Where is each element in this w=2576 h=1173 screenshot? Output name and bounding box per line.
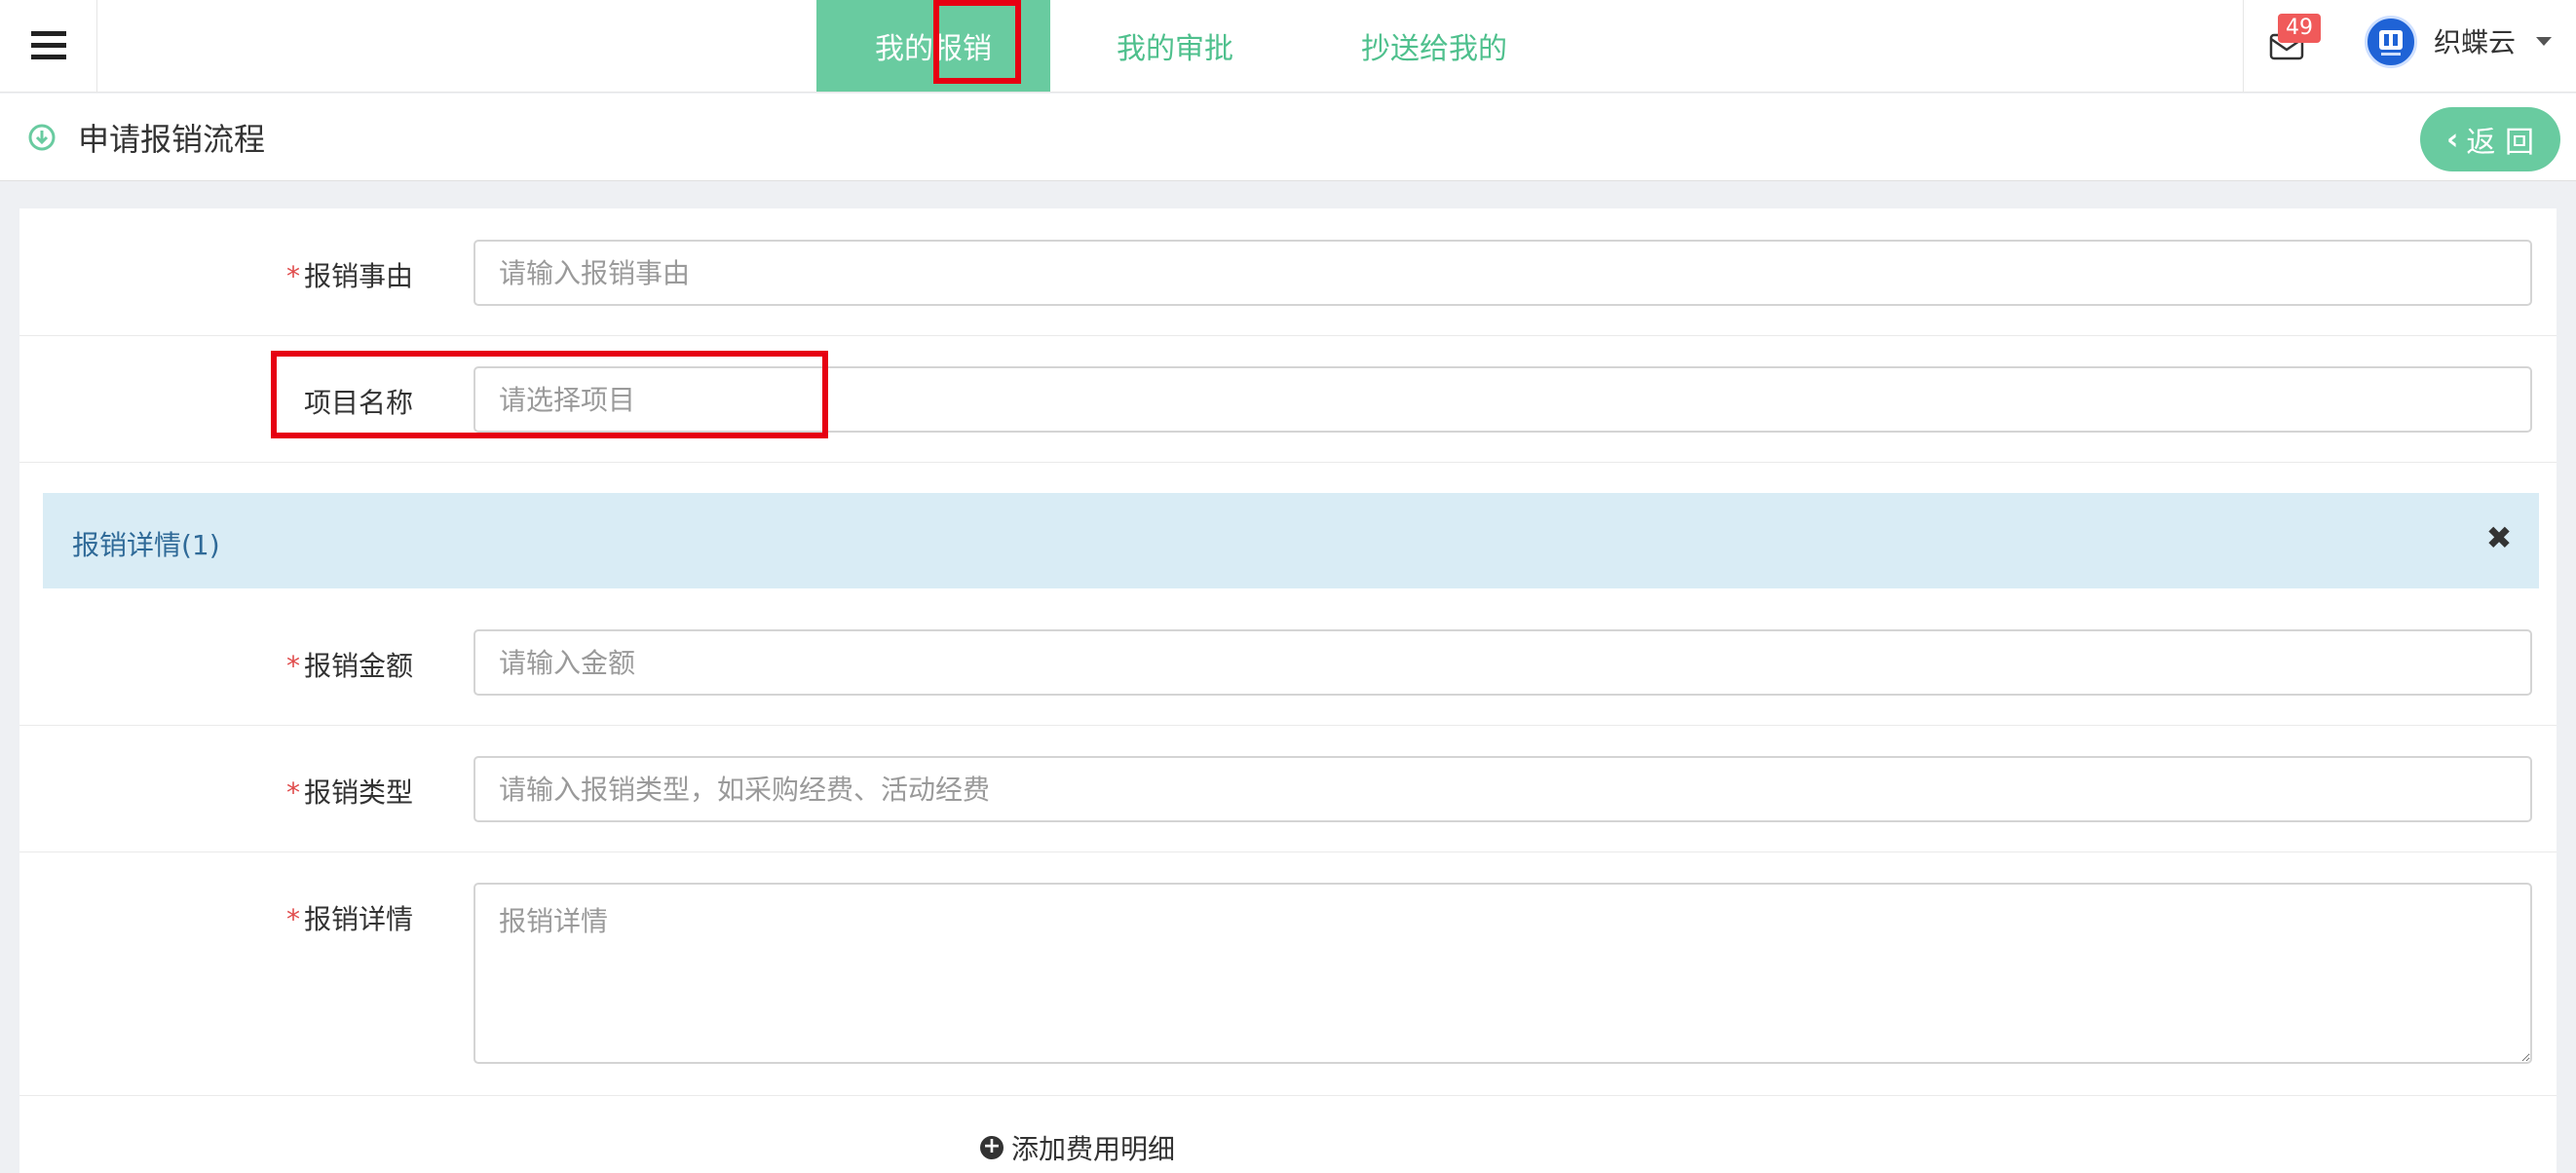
back-button[interactable]: ‹ 返 回 [2420,107,2560,171]
chevron-left-icon: ‹ [2446,122,2459,157]
detail-section-header [43,493,2539,588]
tab-my-reimbursements[interactable]: 我的报销 [816,0,1050,92]
tab-my-approvals[interactable]: 我的审批 [1080,0,1270,92]
reason-input[interactable] [474,240,2532,306]
reason-label-text: 报销事由 [303,260,413,292]
company-logo-icon [2379,30,2403,56]
top-navbar: 我的报销 我的审批 抄送给我的 49 织蝶云 [0,0,2576,93]
row-divider [19,462,2557,463]
required-marker: * [285,650,300,682]
add-cost-item-label: 添加费用明细 [1011,1133,1176,1165]
details-label-text: 报销详情 [303,903,413,935]
type-label-text: 报销类型 [303,776,413,809]
row-divider [19,335,2557,336]
type-label: * 报销类型 [179,772,413,811]
amount-input[interactable] [474,629,2532,696]
avatar[interactable] [2365,16,2417,68]
user-area: 49 织蝶云 [2243,0,2576,92]
project-select-input[interactable] [474,366,2532,433]
reason-label: * 报销事由 [179,255,413,294]
message-count-badge: 49 [2278,14,2321,43]
row-divider [19,1095,2557,1096]
row-divider [19,725,2557,726]
hamburger-menu-button[interactable] [0,0,97,92]
menu-icon [30,31,66,59]
page-title: 申请报销流程 [78,121,266,158]
required-marker: * [285,260,300,292]
detail-section-title: 报销详情(1) [72,529,220,561]
project-label-text: 项目名称 [303,387,413,419]
user-name[interactable]: 织蝶云 [2434,21,2516,60]
plus-circle-icon: + [980,1136,1004,1159]
page-header [0,94,2576,181]
project-label: 项目名称 [179,382,413,421]
required-marker: * [285,776,300,809]
amount-label: * 报销金额 [179,645,413,684]
download-circle-icon [28,124,56,151]
required-marker: * [285,903,300,935]
add-cost-item-button[interactable]: + 添加费用明细 [980,1128,1175,1167]
row-divider [19,851,2557,852]
details-textarea[interactable] [474,883,2532,1064]
close-icon[interactable]: ✖ [2484,522,2514,553]
tab-cc-to-me[interactable]: 抄送给我的 [1327,0,1541,92]
chevron-down-icon[interactable] [2536,37,2552,46]
type-input[interactable] [474,756,2532,822]
amount-label-text: 报销金额 [303,650,413,682]
details-label: * 报销详情 [179,898,413,937]
back-button-label: 返 回 [2466,126,2534,160]
